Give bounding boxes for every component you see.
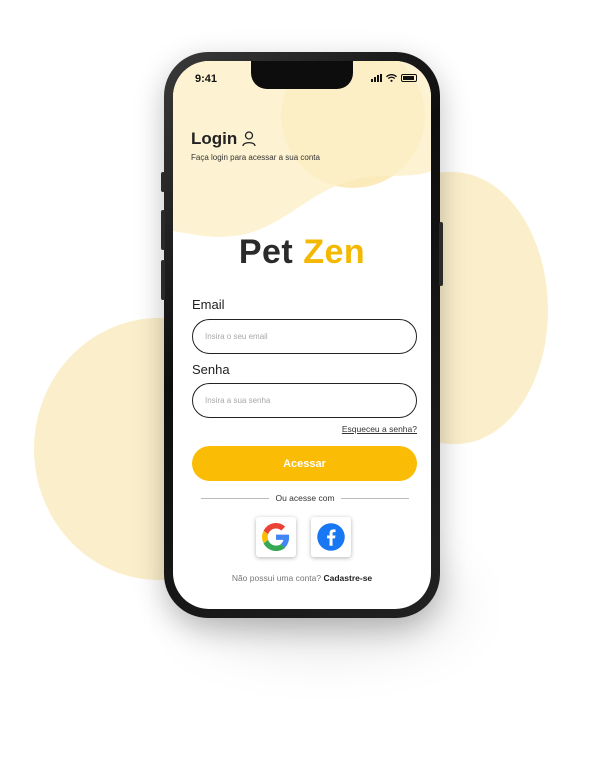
divider-line-right — [340, 497, 409, 499]
phone-screen: 9:41 Login Faça login para acessar a sua… — [173, 61, 431, 609]
status-time: 9:41 — [195, 73, 218, 85]
facebook-icon — [317, 523, 345, 551]
phone-volume-up — [161, 210, 165, 250]
google-icon — [262, 523, 290, 551]
phone-notch — [251, 61, 353, 89]
social-divider: Ou acesse com — [201, 492, 409, 504]
brand-word-zen: Zen — [303, 233, 366, 271]
signup-link[interactable]: Cadastre-se — [324, 573, 373, 583]
page-title: Login — [191, 129, 256, 149]
password-label: Senha — [192, 362, 230, 377]
battery-icon — [401, 74, 417, 82]
status-icons — [371, 74, 417, 82]
email-input[interactable] — [192, 319, 417, 354]
signup-question: Não possui uma conta? — [231, 573, 322, 583]
page-subtitle: Faça login para acessar a sua conta — [191, 153, 320, 162]
google-login-button[interactable] — [256, 517, 296, 557]
phone-volume-down — [161, 260, 165, 300]
divider-line-left — [201, 497, 270, 499]
signal-icon — [371, 74, 382, 82]
phone-mute-switch — [161, 172, 165, 192]
phone-frame: 9:41 Login Faça login para acessar a sua… — [161, 52, 443, 618]
divider-text: Ou acesse com — [275, 493, 335, 503]
phone-power-button — [439, 222, 443, 286]
user-icon — [242, 131, 256, 147]
brand-logo: Pet Zen — [173, 233, 431, 272]
password-input[interactable] — [192, 383, 417, 418]
wifi-icon — [386, 74, 397, 82]
brand-word-pet: Pet — [238, 233, 294, 271]
login-submit-button[interactable]: Acessar — [192, 446, 417, 481]
page-title-text: Login — [191, 129, 238, 148]
facebook-login-button[interactable] — [311, 517, 351, 557]
forgot-password-link[interactable]: Esqueceu a senha? — [342, 424, 417, 434]
email-label: Email — [192, 297, 225, 312]
signup-prompt: Não possui uma conta? Cadastre-se — [173, 573, 431, 583]
